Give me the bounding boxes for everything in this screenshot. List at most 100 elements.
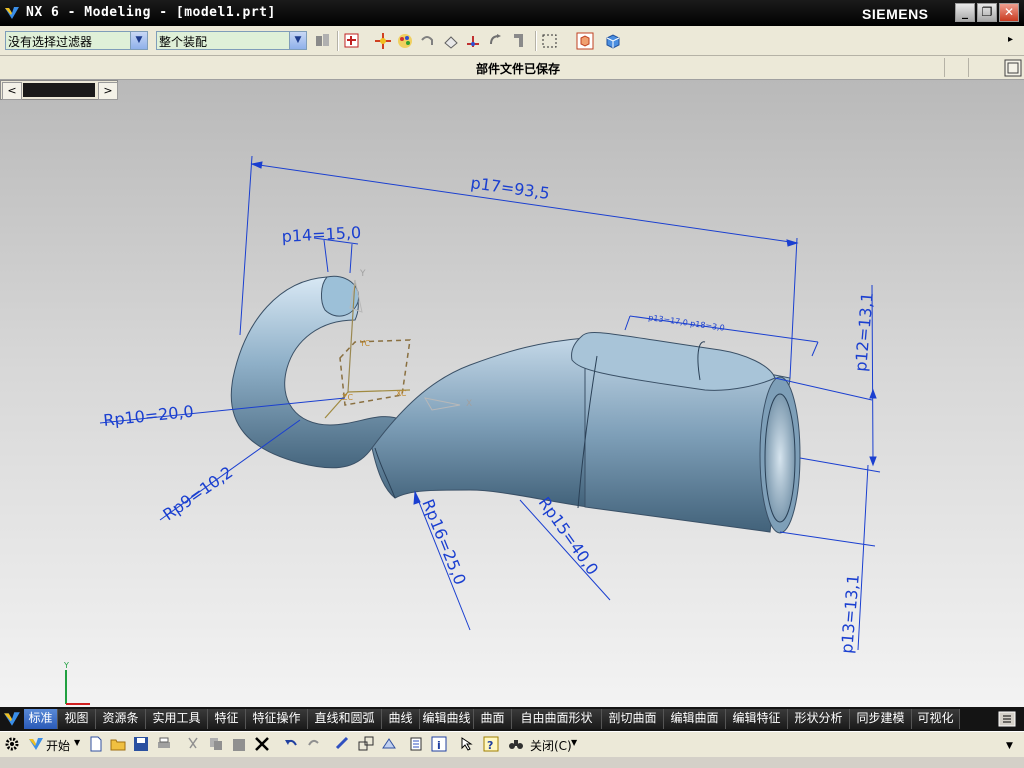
tab-8[interactable]: 编辑曲线	[420, 709, 474, 729]
hook-neck[interactable]	[371, 337, 589, 508]
save-icon[interactable]	[133, 736, 149, 752]
undo-icon[interactable]	[283, 736, 299, 752]
status-divider	[944, 58, 945, 77]
dim-p12[interactable]: p12=13,1	[851, 291, 877, 372]
snap-point-icon[interactable]	[343, 32, 361, 50]
rotate-object-icon[interactable]	[487, 32, 505, 50]
triad-xc-label: XC	[396, 389, 407, 398]
delete-x-icon[interactable]	[254, 736, 270, 752]
dim-rp16[interactable]: Rp16=25,0	[418, 496, 470, 587]
tab-4[interactable]: 特征	[208, 709, 246, 729]
object-display-icon[interactable]	[381, 736, 397, 752]
tab-13[interactable]: 编辑特征	[726, 709, 788, 729]
selection-filter-value: 没有选择过滤器	[8, 35, 93, 49]
redo-icon[interactable]	[306, 736, 322, 752]
pipe-icon[interactable]	[511, 32, 529, 50]
tab-3[interactable]: 实用工具	[146, 709, 208, 729]
dim-rp9[interactable]: Rp9=10,2	[159, 463, 236, 525]
dim-p17[interactable]: p17=93,5	[469, 173, 550, 203]
gear-icon[interactable]	[4, 736, 20, 752]
model-viewport[interactable]: Y X YC XC ZC p17=93,5 p14=15,0 Rp10=20,0…	[0, 80, 1024, 707]
chevron-down-icon[interactable]: ▼	[289, 32, 306, 49]
toolbar-separator	[535, 31, 537, 51]
open-folder-icon[interactable]	[110, 736, 126, 752]
status-message: 部件文件已保存	[476, 62, 561, 76]
toolbar-overflow-chevron[interactable]: ▸	[1008, 34, 1013, 45]
siemens-brand: SIEMENS	[862, 6, 929, 22]
title-bar: NX 6 - Modeling - [model1.prt] SIEMENS _…	[0, 0, 1024, 26]
dim-slot-small[interactable]: p13=17,0 p18=3,0	[648, 313, 726, 333]
selection-toolbar: 没有选择过滤器 ▼ 整个装配 ▼ ▸	[0, 26, 1024, 56]
toolbar-tab-bar: 标准 视图 资源条 实用工具 特征 特征操作 直线和圆弧 曲线 编辑曲线 曲面 自由曲面形状 剖切曲面…	[0, 707, 1024, 731]
tab-9[interactable]: 曲面	[474, 709, 512, 729]
tab-menu-icon[interactable]	[998, 711, 1016, 727]
tab-7[interactable]: 曲线	[382, 709, 420, 729]
tab-15[interactable]: 同步建模	[850, 709, 912, 729]
triad-x-label: X	[466, 399, 472, 409]
wcs-cube-icon[interactable]	[576, 32, 594, 50]
tab-6[interactable]: 直线和圆弧	[308, 709, 382, 729]
cut-icon[interactable]	[185, 736, 201, 752]
close-part-button[interactable]: 关闭(C)	[530, 737, 572, 754]
repeat-command-icon[interactable]	[335, 736, 351, 752]
print-icon[interactable]	[156, 736, 172, 752]
tab-0[interactable]: 标准	[24, 709, 58, 729]
triad-yc-label: YC	[359, 339, 370, 348]
chevron-down-icon[interactable]: ▼	[74, 738, 80, 747]
hook-curl[interactable]	[230, 276, 403, 469]
dim-rp10[interactable]: Rp10=20,0	[102, 402, 194, 430]
start-menu-button[interactable]: 开始	[46, 737, 70, 754]
tab-5[interactable]: 特征操作	[246, 709, 308, 729]
tab-12[interactable]: 编辑曲面	[664, 709, 726, 729]
tab-16[interactable]: 可视化	[912, 709, 960, 729]
absolute-triad: Y	[63, 661, 90, 705]
tab-14[interactable]: 形状分析	[788, 709, 850, 729]
barrel-bore[interactable]	[764, 393, 796, 523]
standard-toolbar: 开始 ▼ i ? 关闭(C) ▼ ▼	[0, 731, 1024, 758]
svg-text:?: ?	[487, 739, 493, 752]
box-select-icon[interactable]	[541, 32, 559, 50]
status-divider	[968, 58, 969, 77]
nx-logo-icon[interactable]	[3, 710, 21, 728]
eraser-icon[interactable]	[442, 32, 460, 50]
display-cube-icon[interactable]	[604, 32, 622, 50]
tab-11[interactable]: 剖切曲面	[602, 709, 664, 729]
minimize-button[interactable]: _	[955, 3, 975, 22]
assembly-scope-dropdown[interactable]: 整个装配 ▼	[156, 31, 307, 50]
move-object-icon[interactable]	[464, 32, 482, 50]
nx-logo-icon	[5, 7, 19, 19]
chevron-down-icon[interactable]: ▼	[571, 738, 577, 747]
bottom-border	[0, 757, 1024, 768]
svg-text:i: i	[437, 739, 441, 752]
tab-1[interactable]: 视图	[58, 709, 96, 729]
chevron-down-icon[interactable]: ▼	[130, 32, 147, 49]
undo-arrow-icon[interactable]	[418, 32, 436, 50]
paste-icon[interactable]	[231, 736, 247, 752]
nx-logo-icon	[29, 738, 43, 750]
triad-y-label: Y	[359, 269, 366, 279]
toolbar-separator	[337, 31, 339, 51]
selection-filter-dropdown[interactable]: 没有选择过滤器 ▼	[5, 31, 148, 50]
select-features-icon[interactable]	[314, 32, 332, 50]
select-object-icon[interactable]	[358, 736, 374, 752]
point-construct-icon[interactable]	[374, 32, 392, 50]
binoculars-icon[interactable]	[508, 736, 524, 752]
restore-button[interactable]: ❐	[977, 3, 997, 22]
dim-p13[interactable]: p13=13,1	[837, 573, 863, 654]
abs-y-label: Y	[63, 661, 69, 670]
information-icon[interactable]: i	[431, 736, 447, 752]
tab-2[interactable]: 资源条	[96, 709, 146, 729]
new-file-icon[interactable]	[88, 736, 104, 752]
toolbar-overflow-chevron[interactable]: ▼	[1006, 741, 1013, 751]
copy-icon[interactable]	[208, 736, 224, 752]
whats-this-icon[interactable]	[460, 736, 476, 752]
triad-zc-label: ZC	[342, 393, 353, 402]
help-icon[interactable]: ?	[483, 736, 499, 752]
graphics-window[interactable]: < > Y X YC XC ZC p17=93,5 p14=15,0 Rp10=…	[0, 80, 1024, 707]
color-palette-icon[interactable]	[396, 32, 414, 50]
assembly-scope-value: 整个装配	[159, 35, 208, 49]
full-screen-icon[interactable]	[1004, 59, 1022, 77]
close-button[interactable]: ✕	[999, 3, 1019, 22]
information-list-icon[interactable]	[408, 736, 424, 752]
tab-10[interactable]: 自由曲面形状	[512, 709, 602, 729]
